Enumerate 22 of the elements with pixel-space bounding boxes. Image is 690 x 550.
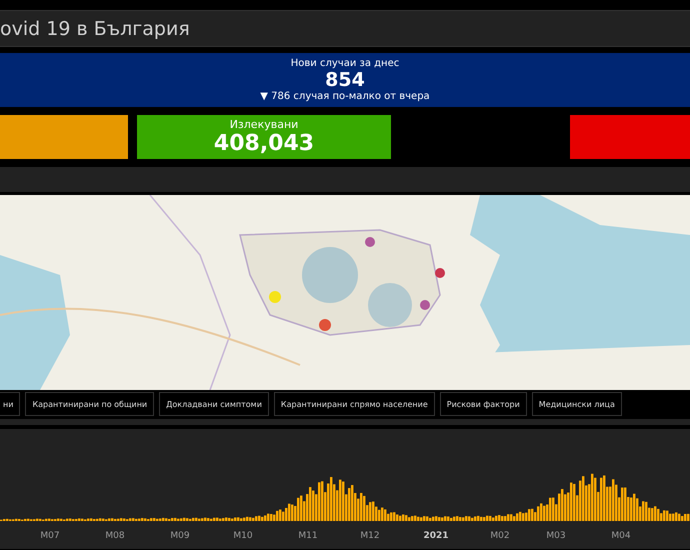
app-title: ovid 19 в България [0, 18, 190, 40]
axis-label: M07 [40, 531, 60, 541]
card-label: Излекувани [230, 118, 298, 131]
tab[interactable]: ни [0, 392, 20, 416]
axis-label: M03 [546, 531, 566, 541]
axis-label: M10 [233, 531, 253, 541]
card-value: 408,043 [214, 131, 314, 156]
tab[interactable]: Карантинирани спрямо население [274, 392, 435, 416]
new-cases-label: Нови случаи за днес [290, 58, 400, 69]
axis-label: M04 [611, 531, 631, 541]
new-cases-value: 854 [325, 68, 365, 92]
axis-label: M09 [170, 531, 190, 541]
tab[interactable]: Докладвани симптоми [159, 392, 269, 416]
tab[interactable]: Медицински лица [532, 392, 622, 416]
axis-label: M08 [105, 531, 125, 541]
tab[interactable]: Карантинирани по общини [25, 392, 154, 416]
axis-label: 2021 [423, 531, 449, 541]
axis-label: M11 [298, 531, 318, 541]
axis-label: M02 [490, 531, 510, 541]
axis-label: M12 [360, 531, 380, 541]
new-cases-change: ▼ 786 случая по-малко от вчера [260, 91, 430, 102]
tab[interactable]: Рискови фактори [440, 392, 527, 416]
